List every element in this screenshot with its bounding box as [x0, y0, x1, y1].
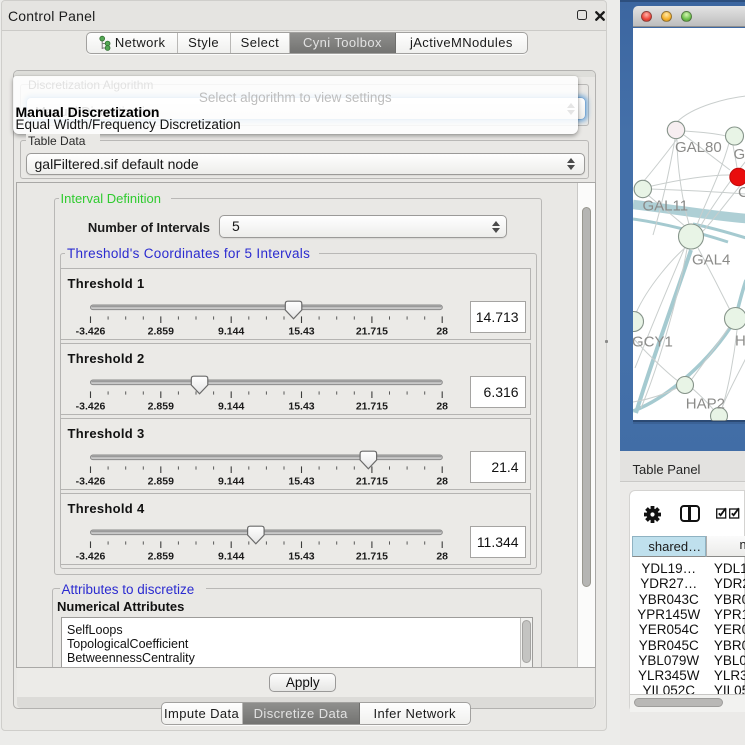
svg-text:9.144: 9.144 [218, 476, 244, 488]
svg-text:15.43: 15.43 [289, 401, 315, 413]
svg-text:21.715: 21.715 [356, 551, 388, 563]
svg-text:C: C [738, 184, 745, 201]
svg-text:15.43: 15.43 [289, 476, 315, 488]
svg-text:21.715: 21.715 [356, 326, 388, 338]
svg-text:GA: GA [733, 146, 745, 163]
svg-text:28: 28 [437, 401, 449, 413]
svg-text:2.859: 2.859 [148, 401, 174, 413]
svg-text:2.859: 2.859 [148, 326, 174, 338]
svg-text:15.43: 15.43 [289, 551, 315, 563]
svg-text:GCY1: GCY1 [633, 333, 673, 350]
svg-text:9.144: 9.144 [218, 326, 244, 338]
svg-text:GAL11: GAL11 [642, 197, 688, 214]
svg-text:2.859: 2.859 [148, 551, 174, 563]
svg-text:GAL4: GAL4 [692, 251, 730, 268]
svg-text:21.715: 21.715 [356, 401, 388, 413]
svg-text:-3.426: -3.426 [76, 401, 106, 413]
svg-text:28: 28 [437, 476, 449, 488]
svg-text:-3.426: -3.426 [76, 551, 106, 563]
svg-text:9.144: 9.144 [218, 551, 244, 563]
svg-text:-3.426: -3.426 [76, 326, 106, 338]
svg-text:15.43: 15.43 [289, 326, 315, 338]
svg-text:GAL80: GAL80 [675, 139, 722, 156]
svg-text:21.715: 21.715 [356, 476, 388, 488]
svg-text:28: 28 [437, 326, 449, 338]
svg-text:H: H [735, 332, 745, 349]
svg-text:-3.426: -3.426 [76, 476, 106, 488]
svg-text:HAP2: HAP2 [685, 395, 724, 412]
svg-text:9.144: 9.144 [218, 401, 244, 413]
svg-text:28: 28 [437, 551, 449, 563]
svg-text:2.859: 2.859 [148, 476, 174, 488]
